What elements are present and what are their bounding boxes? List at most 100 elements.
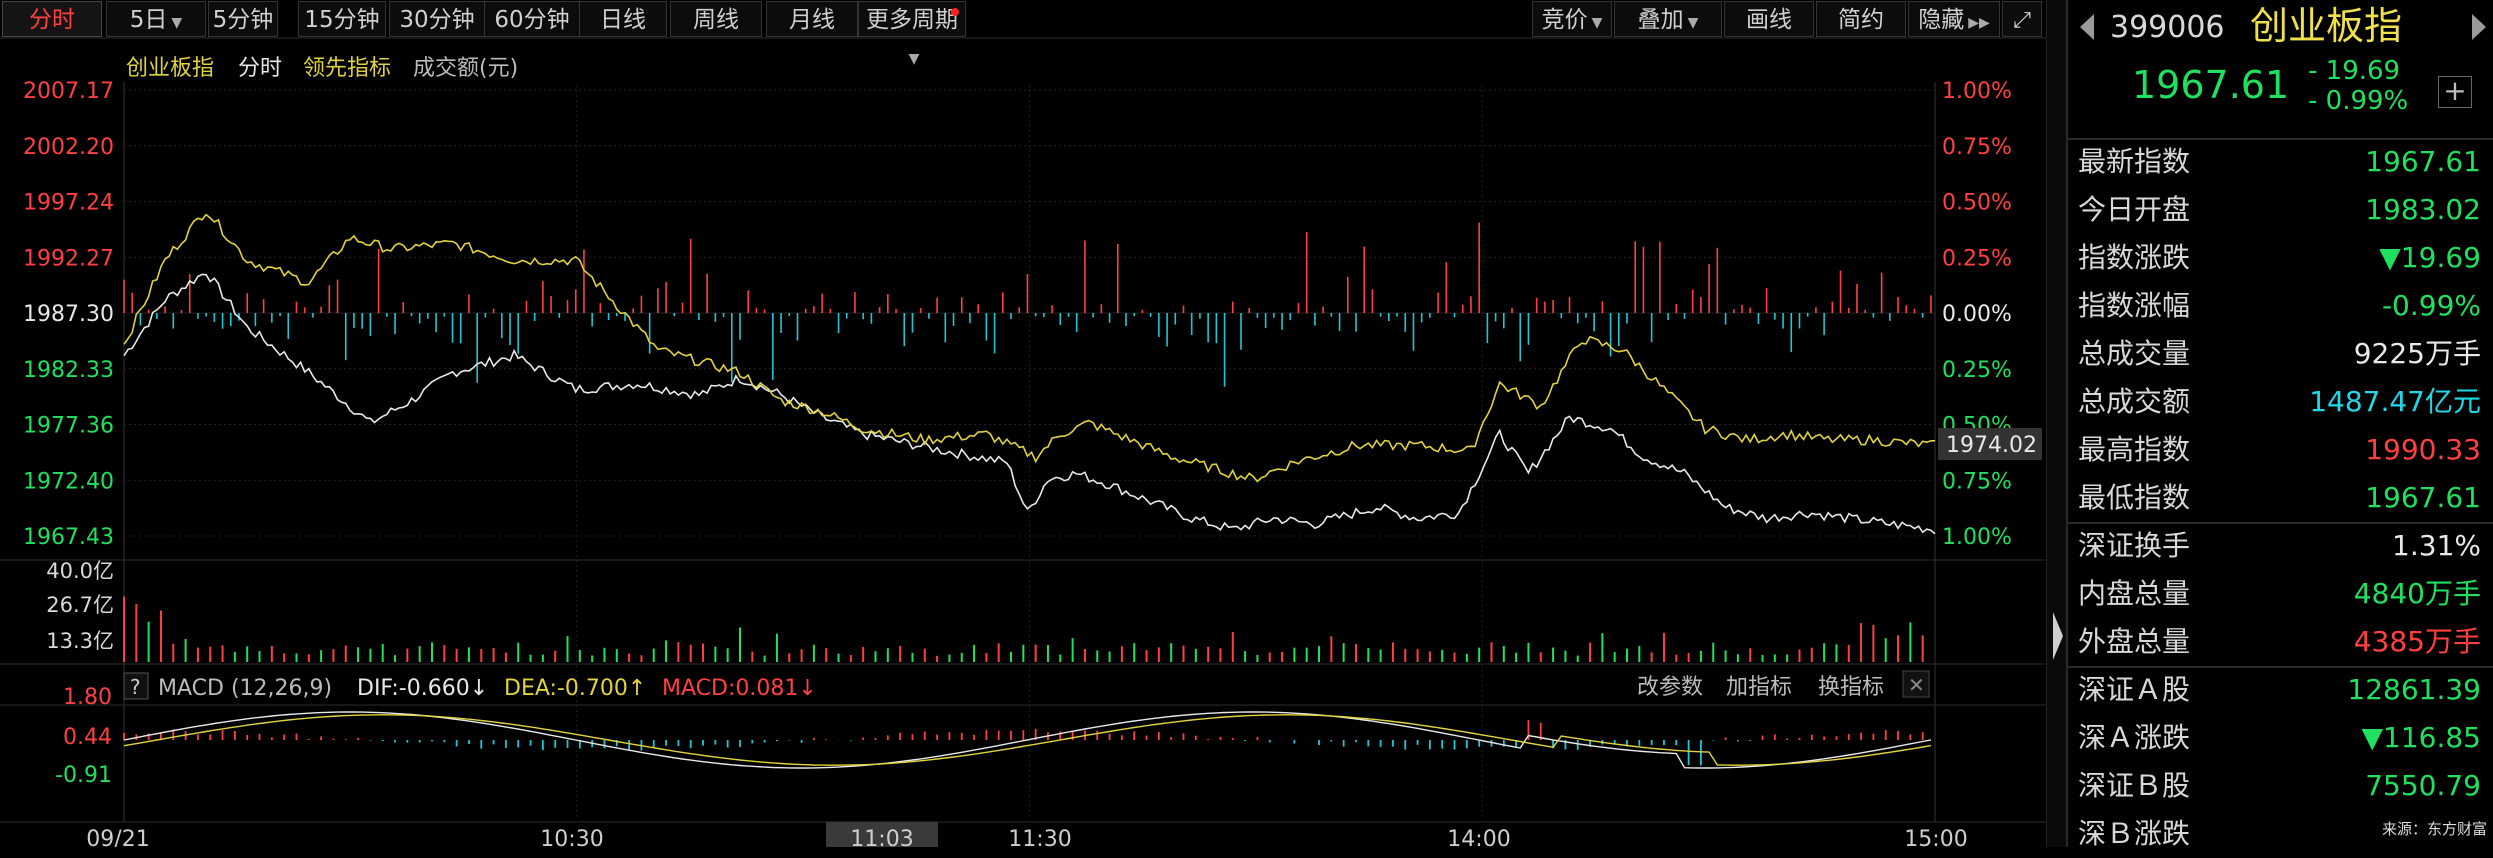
index-code: 399006 (2110, 10, 2225, 45)
chart-grid (0, 37, 2046, 823)
macd-header: ? MACD (12,26,9) DIF:-0.660↓ DEA:-0.700↑… (123, 670, 1930, 701)
price-volume-bars (123, 222, 1932, 387)
intraday-chart[interactable]: 2007.17 1.00% 2002.20 0.75% 1997.24 0.50% 1992… (0, 0, 2060, 847)
chart-tool-label: 画线 (1746, 7, 1792, 33)
macd-tick: -0.91 (55, 763, 112, 788)
quote-row-label: 内盘总量 (2078, 577, 2191, 610)
time-tick: 14:00 (1447, 827, 1510, 847)
turnover-bars (123, 596, 1924, 662)
quote-row-label: 最新指数 (2078, 145, 2191, 178)
pct-tick: 1.00% (1942, 525, 2012, 550)
pct-tick: 1.00% (1942, 79, 2012, 104)
quote-row-value: 1.31% (2392, 529, 2481, 562)
quote-row-value: 7550.79 (2365, 769, 2481, 802)
add-watchlist-button[interactable]: + (2438, 76, 2472, 108)
current-price-label: 1974.02 (1946, 433, 2037, 458)
quote-row-label: 外盘总量 (2078, 625, 2191, 658)
quote-row: 深证换手 1.31% (2068, 522, 2493, 570)
price-tick: 1967.43 (23, 525, 114, 550)
quote-row: 深证Ｂ股 7550.79 (2068, 762, 2493, 810)
macd-help-label: ? (130, 675, 141, 699)
quote-row-value: 1487.47亿元 (2309, 385, 2481, 418)
macd-tick: 1.80 (63, 685, 112, 710)
chart-legend: 创业板指 分时 领先指标 成交额(元) (126, 56, 518, 81)
index-change: - 19.69 (2308, 56, 2401, 86)
quote-header: 399006 创业板指 1967.61 - 19.69 - 0.99% + (2068, 0, 2493, 140)
expand-arrow-icon (2053, 612, 2063, 660)
quote-row-value: ▼116.85 (2361, 721, 2481, 754)
pct-tick: 0.75% (1942, 469, 2012, 494)
volume-tick: 26.7亿 (46, 593, 114, 617)
price-tick: 1997.24 (23, 191, 114, 216)
legend-fenshi: 分时 (238, 56, 282, 81)
chart-tool-1[interactable]: 叠加 ▼ (1614, 1, 1722, 37)
chart-tool-0[interactable]: 竞价 ▼ (1532, 1, 1612, 37)
quote-row: 指数涨跌 ▼19.69 (2068, 234, 2493, 282)
panel-splitter[interactable] (2046, 0, 2067, 847)
quote-row-value: 1990.33 (2365, 433, 2481, 466)
quote-row-label: 深证换手 (2078, 529, 2191, 562)
quote-row: 深Ａ涨跌 ▼116.85 (2068, 714, 2493, 762)
macd-tick: 0.44 (63, 725, 112, 750)
quote-row: 外盘总量 4385万手 (2068, 618, 2493, 666)
chart-tool-label: 竞价 (1541, 7, 1588, 33)
quote-row-label: 深证Ｂ股 (2078, 769, 2191, 802)
quote-row-value: 12861.39 (2347, 673, 2481, 706)
time-tick: 09/21 (86, 827, 149, 847)
chart-tool-4[interactable]: 隐藏 ▶▶ (1908, 1, 2000, 37)
fullscreen-button[interactable]: ⤢ (2002, 1, 2042, 37)
price-tick: 1977.36 (23, 414, 114, 439)
quote-row: 总成交量 9225万手 (2068, 330, 2493, 378)
quote-panel: 399006 创业板指 1967.61 - 19.69 - 0.99% + 最新… (2066, 0, 2493, 850)
macd-dif: DIF:-0.660↓ (357, 676, 488, 701)
chart-axes: 2007.17 1.00% 2002.20 0.75% 1997.24 0.50% 1992… (23, 79, 2042, 847)
quote-row-value: 4385万手 (2353, 625, 2481, 658)
quote-row-value: 9225万手 (2353, 337, 2481, 370)
time-tick: 15:00 (1904, 827, 1967, 847)
fullscreen-icon: ⤢ (2013, 8, 2031, 33)
source-label: 来源：东方财富 (2377, 816, 2491, 841)
quote-row-label: 深Ｂ涨跌 (2078, 817, 2191, 850)
index-price: 1967.61 (2132, 63, 2290, 107)
price-tick: 1982.33 (23, 358, 114, 383)
quote-row: 指数涨幅 -0.99% (2068, 282, 2493, 330)
quote-row: 今日开盘 1983.02 (2068, 186, 2493, 234)
price-tick: 2007.17 (23, 79, 114, 104)
legend-turnover: 成交额(元) (413, 56, 518, 81)
macd-switch-indicator-button[interactable]: 换指标 (1818, 675, 1884, 700)
pct-tick: 0.75% (1942, 135, 2012, 160)
macd-add-indicator-button[interactable]: 加指标 (1726, 675, 1792, 700)
prev-arrow-icon[interactable] (2078, 12, 2096, 42)
pct-tick: 0.50% (1942, 191, 2012, 216)
time-tick: 11:03 (850, 827, 913, 847)
chart-tool-label: 叠加 (1637, 7, 1684, 33)
quote-row-value: 1983.02 (2365, 193, 2481, 226)
chevron-down-icon: ▼ (1687, 15, 1699, 31)
pct-tick: 0.25% (1942, 358, 2012, 383)
quote-row-label: 指数涨跌 (2078, 241, 2191, 274)
quote-row: 内盘总量 4840万手 (2068, 570, 2493, 618)
collapse-icon: ▶▶ (1968, 15, 1990, 31)
next-arrow-icon[interactable] (2470, 12, 2488, 42)
index-change-pct: - 0.99% (2308, 86, 2409, 116)
quote-row-value: 1967.61 (2365, 145, 2481, 178)
pct-tick: 0.25% (1942, 246, 2012, 271)
volume-tick: 40.0亿 (46, 559, 114, 583)
pct-tick: 0.00% (1942, 302, 2012, 327)
chart-tool-2[interactable]: 画线 (1724, 1, 1814, 37)
time-tick: 10:30 (540, 827, 603, 847)
chart-tool-3[interactable]: 简约 (1816, 1, 1906, 37)
macd-value: MACD:0.081↓ (662, 676, 817, 701)
quote-row-label: 最高指数 (2078, 433, 2191, 466)
quote-row-label: 指数涨幅 (2078, 289, 2191, 322)
quote-row-label: 深证Ａ股 (2078, 673, 2191, 706)
price-tick: 1992.27 (23, 246, 114, 271)
close-icon: ✕ (1908, 673, 1925, 697)
price-tick: 1972.40 (23, 469, 114, 494)
chart-tool-label: 隐藏 (1918, 7, 1965, 33)
chevron-down-icon: ▼ (1591, 15, 1603, 31)
macd-change-params-button[interactable]: 改参数 (1637, 675, 1703, 700)
quote-row-label: 总成交额 (2078, 385, 2191, 418)
quote-row-label: 最低指数 (2078, 481, 2191, 514)
quote-row-value: 4840万手 (2353, 577, 2481, 610)
